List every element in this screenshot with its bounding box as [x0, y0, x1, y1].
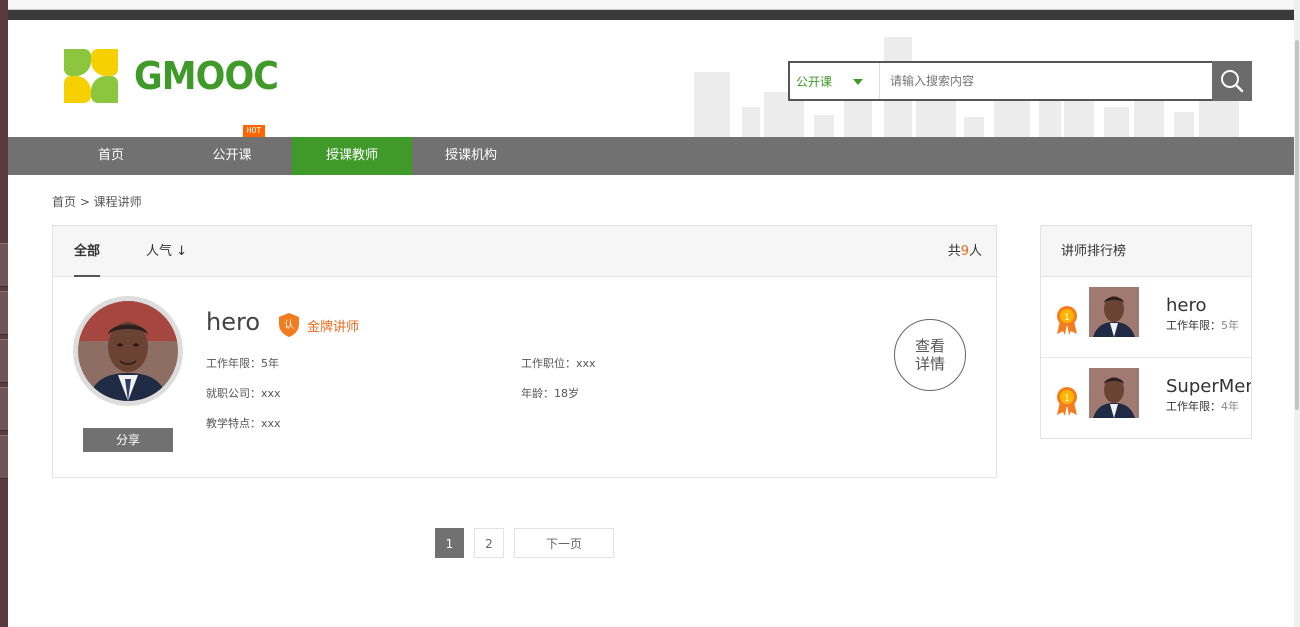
- tab-all[interactable]: 全部: [74, 226, 101, 277]
- site-header: GMOOC 公开课: [8, 20, 1294, 137]
- nav-item-teachers[interactable]: 授课教师: [292, 137, 412, 175]
- site-logo[interactable]: GMOOC: [62, 47, 291, 105]
- total-count: 共9人: [948, 226, 982, 277]
- top-strip: [8, 0, 1294, 10]
- total-number: 9: [960, 244, 969, 259]
- nav-item-home[interactable]: 首页: [54, 137, 168, 175]
- teacher-portrait: [1089, 287, 1139, 337]
- nav-item-open-courses[interactable]: 公开课: [176, 137, 288, 175]
- shield-icon: 认: [279, 313, 299, 337]
- field-position: 工作职位：xxx: [521, 357, 596, 370]
- nav-item-organizations[interactable]: 授课机构: [412, 137, 530, 175]
- search-category-label: 公开课: [796, 74, 833, 89]
- shield-icon-text: 认: [284, 318, 294, 331]
- ranking-name[interactable]: SuperMen: [1166, 376, 1251, 397]
- field-years: 工作年限：5年: [206, 357, 279, 370]
- page-2-button[interactable]: 2: [474, 528, 504, 558]
- teacher-name[interactable]: hero: [206, 308, 260, 336]
- side-tab[interactable]: [0, 243, 8, 287]
- vertical-scrollbar[interactable]: [1294, 0, 1300, 627]
- search-category-select[interactable]: 公开课: [790, 63, 880, 99]
- next-page-button[interactable]: 下一页: [514, 528, 614, 558]
- main-nav: 首页 公开课 授课教师 授课机构: [8, 137, 1294, 175]
- teacher-portrait: [78, 301, 178, 401]
- teacher-card: 分享 hero 认 金牌讲师 工作年限：5年 工作职位：xxx 就职公司：xxx…: [53, 278, 996, 478]
- side-tab[interactable]: [0, 339, 8, 383]
- window-left-edge: [0, 0, 8, 627]
- details-line1: 查看: [914, 337, 945, 355]
- teacher-ranking-panel: 讲师排行榜 1 hero 工作年限：5年 1 SuperMen 工作年限：4年: [1040, 225, 1252, 439]
- view-details-button[interactable]: 查看 详情: [894, 319, 966, 391]
- top-bar: [8, 0, 1294, 20]
- ranking-title: 讲师排行榜: [1041, 226, 1251, 277]
- ranking-years: 工作年限：4年: [1166, 398, 1239, 414]
- ranking-avatar[interactable]: [1089, 368, 1139, 418]
- side-tab[interactable]: [0, 435, 8, 479]
- side-tab[interactable]: [0, 387, 8, 431]
- page-1-button[interactable]: 1: [435, 528, 464, 558]
- ranking-item[interactable]: 1 SuperMen 工作年限：4年: [1041, 358, 1251, 438]
- total-prefix: 共: [947, 244, 961, 259]
- ranking-years-value: 5年: [1221, 319, 1239, 332]
- search-bar: 公开课: [788, 61, 1252, 101]
- badge-label: 金牌讲师: [307, 319, 360, 335]
- teacher-portrait: [1089, 368, 1139, 418]
- breadcrumb[interactable]: 首页 > 课程讲师: [52, 193, 142, 210]
- search-icon: [1221, 70, 1244, 93]
- gold-teacher-badge: 认 金牌讲师: [277, 312, 359, 338]
- details-line2: 详情: [914, 355, 945, 373]
- ranking-name[interactable]: hero: [1166, 295, 1207, 316]
- field-age: 年龄：18岁: [521, 387, 579, 400]
- ranking-years-label: 工作年限：: [1166, 319, 1221, 332]
- logo-clover-icon: [64, 49, 118, 103]
- medal-icon: 1: [1057, 306, 1077, 335]
- scrollbar-thumb[interactable]: [1295, 40, 1299, 410]
- ranking-avatar[interactable]: [1089, 287, 1139, 337]
- ranking-item[interactable]: 1 hero 工作年限：5年: [1041, 277, 1251, 358]
- hot-badge: HOT: [243, 125, 265, 137]
- side-tab[interactable]: [0, 291, 8, 335]
- medal-icon: 1: [1057, 387, 1077, 416]
- teacher-avatar[interactable]: [73, 296, 183, 406]
- tab-popularity[interactable]: 人气 ↓: [146, 226, 187, 277]
- field-company: 就职公司：xxx: [206, 387, 281, 400]
- ranking-years: 工作年限：5年: [1166, 317, 1239, 333]
- search-input[interactable]: [880, 63, 1212, 99]
- medal-rank: 1: [1064, 313, 1070, 323]
- ranking-years-value: 4年: [1221, 400, 1239, 413]
- logo-text: GMOOC: [134, 54, 279, 98]
- field-feature: 教学特点：xxx: [206, 417, 281, 430]
- list-tabs: 全部 人气 ↓ 共9人: [53, 226, 996, 277]
- medal-rank: 1: [1064, 394, 1070, 404]
- teacher-list-panel: 全部 人气 ↓ 共9人 分享 hero 认 金牌讲师 工作年限：5年 工作职位：…: [52, 225, 997, 478]
- chevron-down-icon: [853, 79, 863, 85]
- total-suffix: 人: [968, 244, 982, 259]
- ranking-years-label: 工作年限：: [1166, 400, 1221, 413]
- search-button[interactable]: [1212, 61, 1252, 101]
- share-button[interactable]: 分享: [83, 428, 173, 452]
